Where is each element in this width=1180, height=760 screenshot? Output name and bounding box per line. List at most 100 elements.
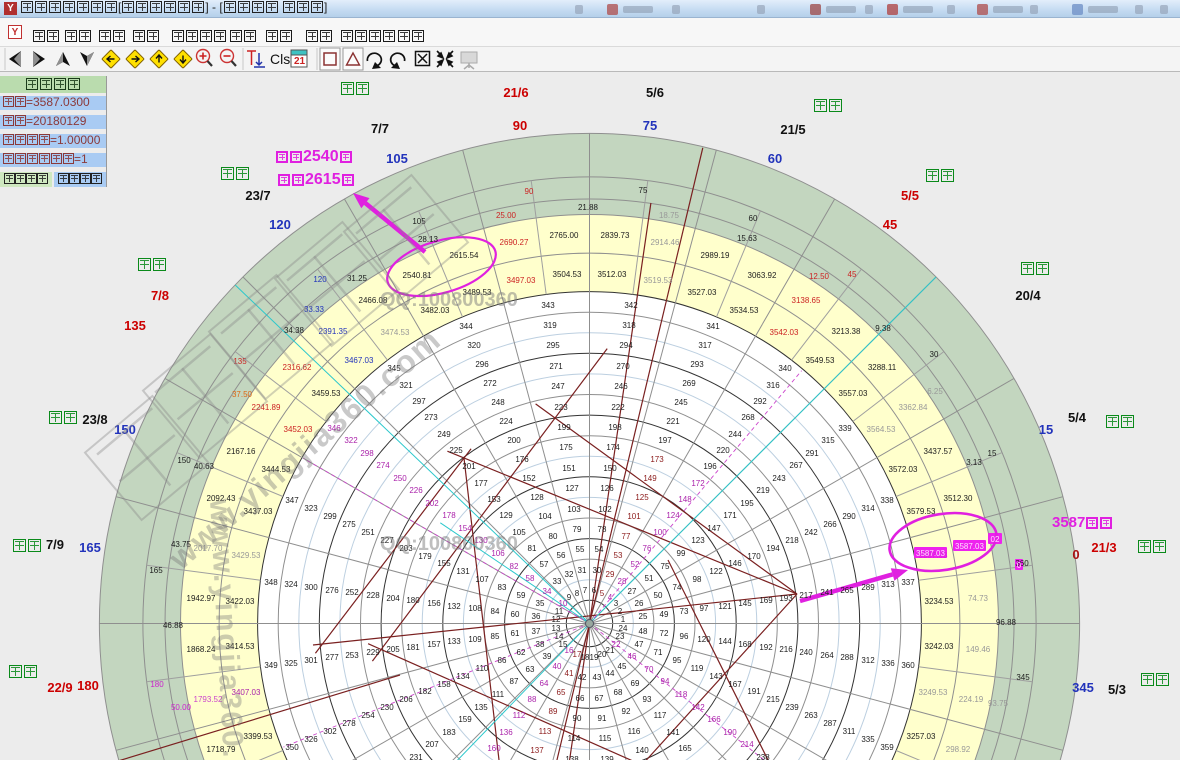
svg-text:272: 272 (483, 379, 497, 388)
svg-text:84: 84 (491, 607, 500, 616)
svg-text:296: 296 (475, 360, 489, 369)
svg-text:3: 3 (614, 599, 619, 608)
svg-text:150: 150 (603, 464, 617, 473)
svg-text:96.88: 96.88 (996, 618, 1017, 627)
svg-text:220: 220 (716, 446, 730, 455)
svg-text:135: 135 (124, 318, 146, 333)
svg-text:159: 159 (458, 715, 472, 724)
svg-text:3257.03: 3257.03 (907, 732, 936, 741)
svg-text:146: 146 (728, 559, 742, 568)
svg-text:153: 153 (487, 495, 501, 504)
svg-text:221: 221 (666, 417, 680, 426)
svg-text:5/3: 5/3 (1108, 682, 1126, 697)
svg-text:225: 225 (449, 446, 463, 455)
svg-text:12.50: 12.50 (809, 272, 830, 281)
svg-text:21/6: 21/6 (503, 85, 528, 100)
svg-text:325: 325 (284, 659, 298, 668)
svg-text:68: 68 (614, 688, 623, 697)
svg-text:93: 93 (643, 695, 652, 704)
svg-text:248: 248 (491, 398, 505, 407)
svg-text:194: 194 (766, 544, 780, 553)
svg-text:60: 60 (768, 151, 782, 166)
svg-text:149.46: 149.46 (966, 645, 991, 654)
svg-text:128: 128 (530, 493, 544, 502)
svg-text:338: 338 (880, 496, 894, 505)
svg-text:222: 222 (611, 403, 625, 412)
svg-text:137: 137 (530, 746, 544, 755)
svg-text:112: 112 (513, 711, 526, 720)
svg-text:89: 89 (549, 707, 558, 716)
svg-text:201: 201 (462, 462, 476, 471)
svg-text:120: 120 (269, 217, 291, 232)
svg-text:156: 156 (427, 599, 441, 608)
svg-text:127: 127 (565, 484, 579, 493)
svg-text:5/6: 5/6 (646, 85, 664, 100)
svg-text:56: 56 (557, 551, 566, 560)
svg-text:3497.03: 3497.03 (507, 276, 536, 285)
svg-text:50: 50 (654, 591, 663, 600)
svg-text:73: 73 (680, 607, 689, 616)
svg-text:215: 215 (766, 695, 780, 704)
svg-text:269: 269 (682, 379, 696, 388)
svg-text:47: 47 (635, 640, 644, 649)
svg-text:38: 38 (536, 640, 545, 649)
svg-text:360: 360 (901, 661, 915, 670)
svg-text:123: 123 (691, 536, 705, 545)
svg-text:108: 108 (468, 604, 482, 613)
svg-text:176: 176 (515, 455, 529, 464)
svg-text:231: 231 (409, 753, 423, 760)
svg-text:3557.03: 3557.03 (839, 389, 868, 398)
svg-text:9.38: 9.38 (875, 324, 891, 333)
svg-text:314: 314 (861, 504, 875, 513)
svg-text:230: 230 (380, 703, 394, 712)
svg-text:101: 101 (627, 512, 641, 521)
svg-text:251: 251 (361, 528, 375, 537)
svg-text:92: 92 (622, 707, 631, 716)
svg-text:180: 180 (406, 596, 420, 605)
svg-text:109: 109 (468, 635, 482, 644)
svg-text:80: 80 (549, 532, 558, 541)
svg-text:250: 250 (393, 474, 407, 483)
svg-text:312: 312 (861, 656, 875, 665)
svg-text:149: 149 (643, 474, 657, 483)
svg-text:246: 246 (614, 382, 628, 391)
svg-text:252: 252 (345, 588, 359, 597)
svg-text:300: 300 (304, 583, 318, 592)
svg-text:36: 36 (532, 612, 541, 621)
svg-text:301: 301 (304, 656, 318, 665)
svg-text:91: 91 (598, 714, 607, 723)
svg-text:134: 134 (456, 672, 470, 681)
svg-text:178: 178 (442, 511, 456, 520)
svg-text:200: 200 (507, 436, 521, 445)
svg-text:99: 99 (677, 549, 686, 558)
svg-text:347: 347 (285, 496, 299, 505)
svg-text:249: 249 (437, 430, 451, 439)
svg-text:31: 31 (578, 566, 587, 575)
svg-text:83: 83 (498, 583, 507, 592)
svg-text:Cls: Cls (270, 51, 290, 67)
svg-text:23: 23 (616, 632, 625, 641)
svg-text:315: 315 (821, 436, 835, 445)
svg-text:350: 350 (285, 743, 299, 752)
svg-text:3572.03: 3572.03 (889, 465, 918, 474)
svg-text:348: 348 (264, 578, 278, 587)
svg-text:139: 139 (600, 755, 614, 760)
svg-text:3564.53: 3564.53 (867, 425, 896, 434)
svg-text:43: 43 (593, 673, 602, 682)
svg-text:66: 66 (576, 694, 585, 703)
svg-text:26: 26 (635, 599, 644, 608)
svg-text:0: 0 (1017, 561, 1022, 570)
svg-text:3512.03: 3512.03 (598, 270, 627, 279)
svg-text:3512.30: 3512.30 (944, 494, 973, 503)
svg-text:3249.53: 3249.53 (919, 688, 948, 697)
svg-text:224.19: 224.19 (959, 695, 984, 704)
svg-text:102: 102 (598, 505, 612, 514)
svg-text:133: 133 (447, 637, 461, 646)
svg-text:317: 317 (698, 341, 712, 350)
svg-text:75: 75 (661, 562, 670, 571)
svg-text:131: 131 (456, 567, 470, 576)
svg-text:195: 195 (740, 499, 754, 508)
svg-text:110: 110 (476, 664, 489, 673)
svg-text:287: 287 (823, 719, 837, 728)
svg-text:342: 342 (624, 301, 638, 310)
